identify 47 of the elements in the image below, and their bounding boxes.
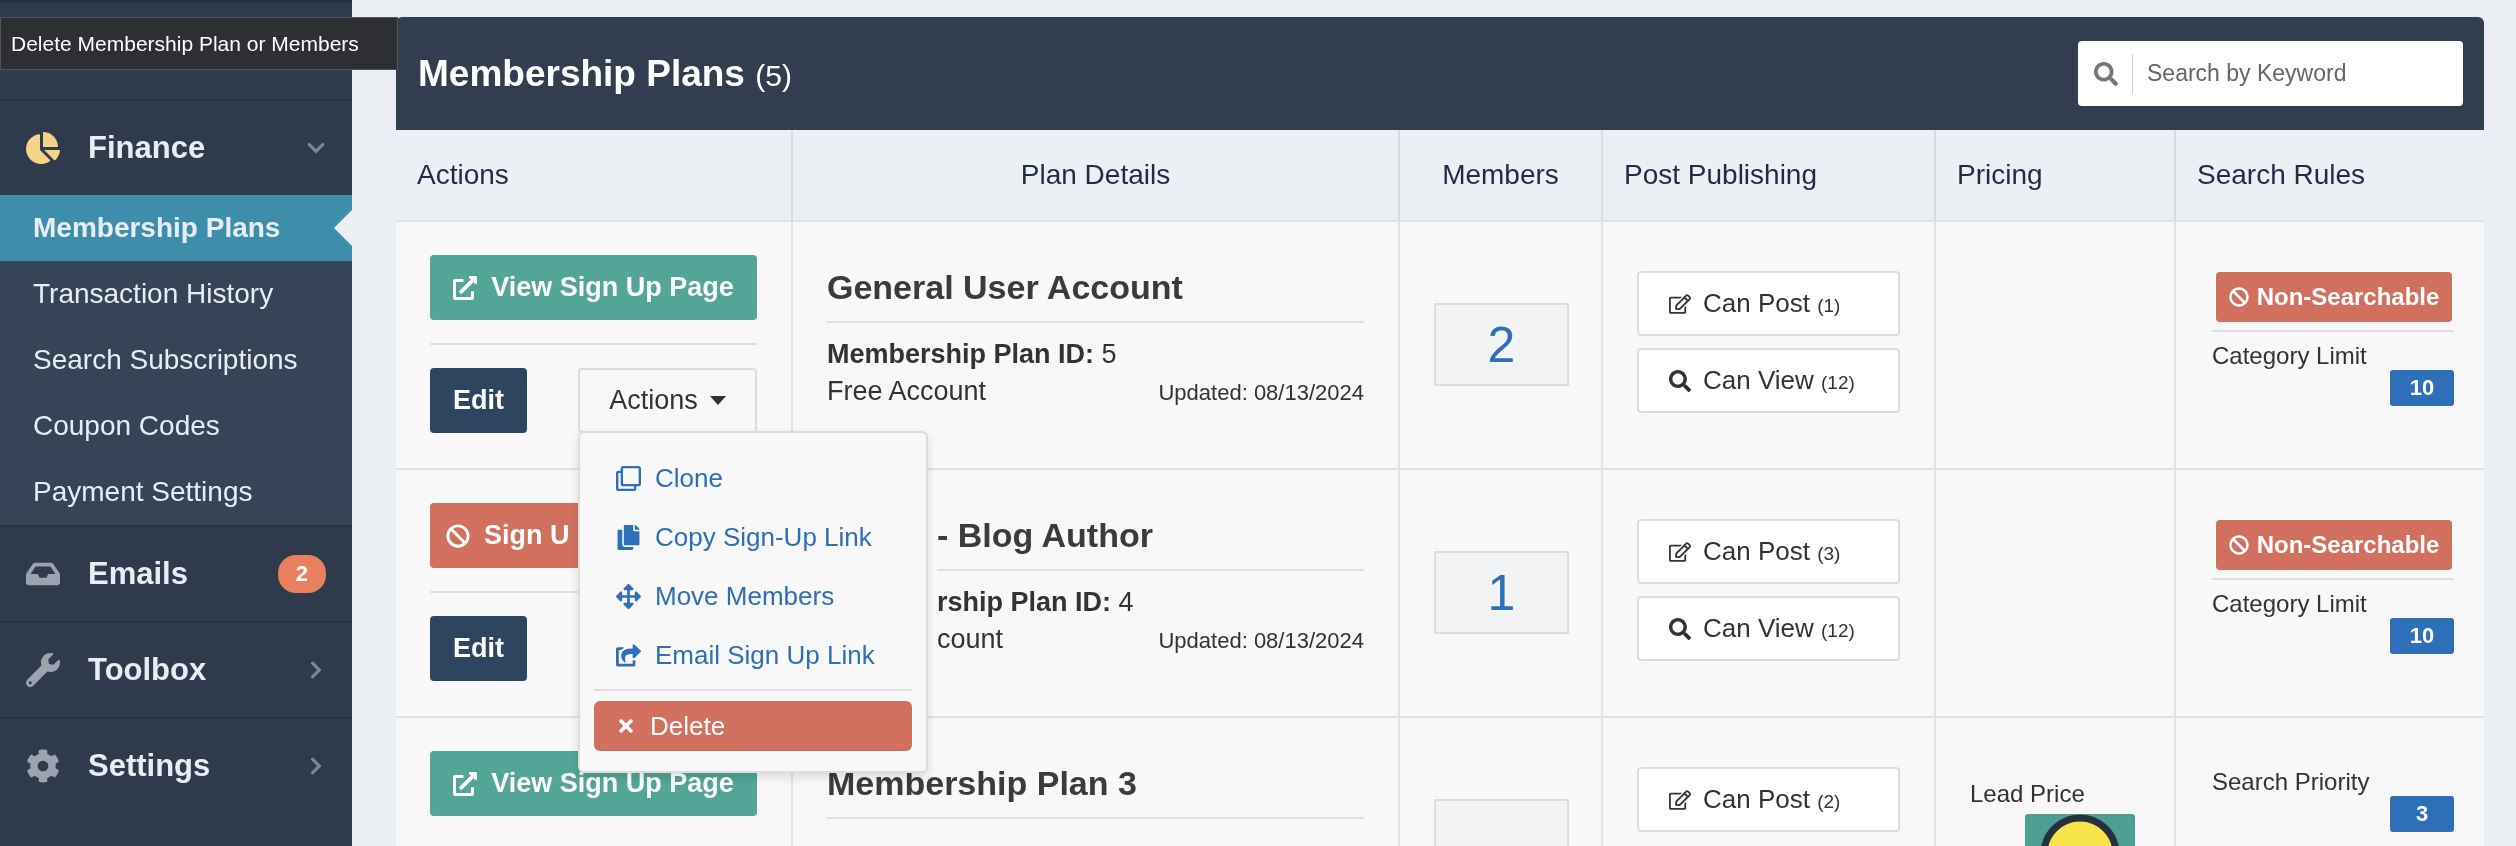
tooltip: Delete Membership Plan or Members <box>0 17 398 70</box>
actions-dropdown-button[interactable]: Actions <box>578 368 757 433</box>
sidebar-section[interactable]: Settings <box>0 717 352 813</box>
permission-button[interactable]: Can View (12) <box>1637 596 1900 661</box>
updated-date: Updated: 08/13/2024 <box>1158 380 1364 406</box>
plan-type: count <box>937 624 1004 655</box>
count-badge: 2 <box>277 555 326 593</box>
plan-name: - Blog Author <box>937 516 1154 555</box>
sidebar-item[interactable]: Search Subscriptions <box>0 327 352 393</box>
permission-button[interactable]: Can Post (2) <box>1637 767 1900 832</box>
member-count[interactable]: 2 <box>1434 303 1569 386</box>
permission-button[interactable]: Can Post (3) <box>1637 519 1900 584</box>
section-label: Finance <box>88 130 207 166</box>
plan-type: Free Account <box>827 376 987 407</box>
rule-label: Category Limit <box>2212 590 2368 618</box>
page-title: Membership Plans (5) <box>418 52 792 95</box>
section-label: Toolbox <box>88 652 208 688</box>
status-badge: Non-Searchable <box>2216 272 2452 322</box>
number-badge: 3 <box>2390 796 2454 832</box>
sidebar-section[interactable]: Emails 2 <box>0 525 352 621</box>
sidebar-item[interactable]: Coupon Codes <box>0 393 352 459</box>
menu-item[interactable]: Clone <box>594 449 912 508</box>
plan-name: Membership Plan 3 <box>827 764 1138 803</box>
permission-button[interactable]: Can Post (1) <box>1637 271 1900 336</box>
search-field[interactable]: Search by Keyword <box>2078 41 2463 106</box>
plan-id: rship Plan ID: 4 <box>937 587 1134 618</box>
edit-button[interactable]: Edit <box>430 616 527 681</box>
number-badge: 10 <box>2390 618 2454 654</box>
edit-button[interactable]: Edit <box>430 368 527 433</box>
menu-item[interactable]: Email Sign Up Link <box>594 626 912 685</box>
plan-id: Membership Plan ID: 5 <box>827 339 1117 370</box>
sidebar-item[interactable]: Transaction History <box>0 261 352 327</box>
permission-button[interactable]: Can View (12) <box>1637 348 1900 413</box>
section-label: Settings <box>88 748 212 784</box>
menu-item[interactable]: Move Members <box>594 567 912 626</box>
number-badge: 10 <box>2390 370 2454 406</box>
price-label: Lead Price <box>1970 780 2086 808</box>
sidebar-item[interactable]: Payment Settings <box>0 459 352 525</box>
rule-label: Category Limit <box>2212 342 2368 370</box>
section-label: Emails <box>88 556 189 592</box>
updated-date: Updated: 08/13/2024 <box>1158 628 1364 654</box>
rule-label: Search Priority <box>2212 768 2371 796</box>
plan-name: General User Account <box>827 268 1184 307</box>
status-badge: Non-Searchable <box>2216 520 2452 570</box>
sidebar-section[interactable]: Toolbox <box>0 621 352 717</box>
menu-item[interactable]: Copy Sign-Up Link <box>594 508 912 567</box>
member-count[interactable]: 1 <box>1434 551 1569 634</box>
